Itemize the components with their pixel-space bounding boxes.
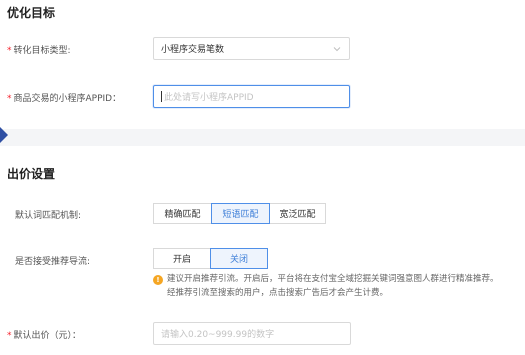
conversion-type-value: 小程序交易笔数	[161, 45, 225, 55]
default-bid-label-text: 默认出价（元）：	[13, 331, 82, 341]
chevron-down-icon	[333, 45, 341, 55]
recommend-option-on[interactable]: 开启	[153, 248, 211, 269]
section-divider	[0, 129, 525, 146]
text-cursor	[161, 91, 162, 102]
hint-line-1: ! 建议开启推荐引流。开启后，平台将在支付宝全域挖掘关键词强意图人群进行精准推荐。	[153, 272, 525, 286]
optimization-section-title: 优化目标	[7, 6, 56, 20]
conversion-type-label: * 转化目标类型:	[7, 43, 71, 56]
default-bid-label: * 默认出价（元）：	[7, 328, 81, 341]
recommend-traffic-segmented: 开启 关闭	[153, 248, 268, 269]
default-bid-placeholder: 请输入0.20~999.99的数字	[161, 330, 275, 340]
hint-line-2: 经推荐引流至搜索的用户，点击搜索广告后才会产生计费。	[167, 288, 389, 298]
required-mark: *	[7, 331, 12, 341]
hint-text-1: 建议开启推荐引流。开启后，平台将在支付宝全域挖掘关键词强意图人群进行精准推荐。	[167, 274, 499, 284]
match-option-broad[interactable]: 宽泛匹配	[269, 203, 326, 224]
recommend-option-off[interactable]: 关闭	[210, 248, 268, 269]
required-mark: *	[7, 94, 12, 104]
default-bid-input[interactable]: 请输入0.20~999.99的数字	[153, 322, 351, 345]
info-icon: !	[153, 275, 163, 285]
match-option-exact[interactable]: 精确匹配	[153, 203, 212, 224]
match-option-phrase[interactable]: 短语匹配	[211, 203, 270, 224]
section-divider-tab	[0, 127, 8, 143]
bidding-section-title: 出价设置	[7, 167, 56, 181]
keyword-match-segmented: 精确匹配 短语匹配 宽泛匹配	[153, 203, 326, 224]
recommend-hint: ! 建议开启推荐引流。开启后，平台将在支付宝全域挖掘关键词强意图人群进行精准推荐。…	[153, 272, 525, 300]
conversion-type-select[interactable]: 小程序交易笔数	[153, 37, 350, 60]
conversion-type-label-text: 转化目标类型:	[13, 46, 71, 56]
appid-label: * 商品交易的小程序APPID：	[7, 91, 121, 104]
appid-label-text: 商品交易的小程序APPID：	[13, 94, 122, 104]
appid-placeholder: 此处请写小程序APPID	[164, 93, 254, 103]
keyword-match-label: 默认词匹配机制:	[15, 211, 82, 221]
appid-input[interactable]: 此处请写小程序APPID	[153, 85, 350, 108]
recommend-traffic-label: 是否接受推荐导流:	[15, 257, 91, 267]
required-mark: *	[7, 46, 12, 56]
